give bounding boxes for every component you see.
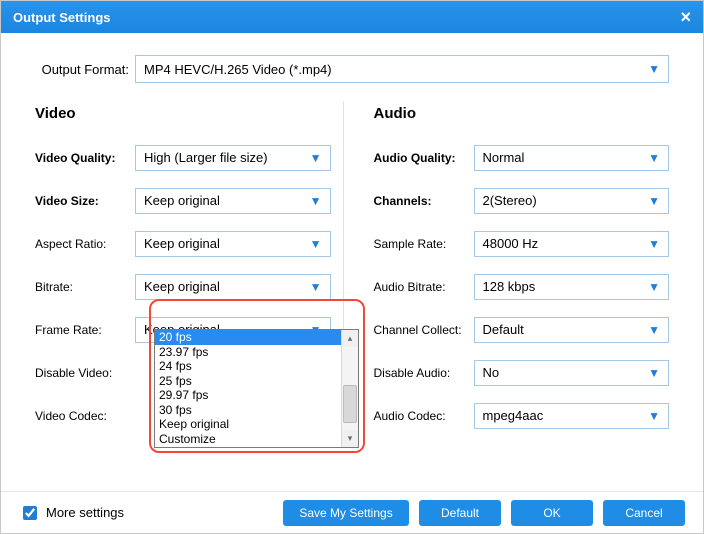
aspect-ratio-row: Aspect Ratio: Keep original ▼ xyxy=(35,222,331,265)
audio-quality-select[interactable]: Normal ▼ xyxy=(474,145,670,171)
default-button[interactable]: Default xyxy=(419,500,501,526)
output-format-select[interactable]: MP4 HEVC/H.265 Video (*.mp4) ▼ xyxy=(135,55,669,83)
framerate-option-2397fps[interactable]: 23.97 fps xyxy=(155,345,341,360)
audio-section-title: Audio xyxy=(374,105,670,122)
frame-rate-label: Frame Rate: xyxy=(35,323,135,337)
video-quality-value: High (Larger file size) xyxy=(144,150,268,165)
chevron-down-icon: ▼ xyxy=(310,152,322,164)
audio-bitrate-row: Audio Bitrate: 128 kbps ▼ xyxy=(374,265,670,308)
more-settings-input[interactable] xyxy=(23,506,37,520)
chevron-down-icon: ▼ xyxy=(648,410,660,422)
chevron-down-icon: ▼ xyxy=(648,63,660,75)
aspect-ratio-select[interactable]: Keep original ▼ xyxy=(135,231,331,257)
audio-quality-value: Normal xyxy=(483,150,525,165)
chevron-down-icon: ▼ xyxy=(310,195,322,207)
video-size-row: Video Size: Keep original ▼ xyxy=(35,179,331,222)
video-codec-label: Video Codec: xyxy=(35,409,135,423)
frame-rate-options: 20 fps 23.97 fps 24 fps 25 fps 29.97 fps… xyxy=(155,330,341,447)
disable-audio-row: Disable Audio: No ▼ xyxy=(374,351,670,394)
aspect-ratio-value: Keep original xyxy=(144,236,220,251)
video-column: Video Video Quality: High (Larger file s… xyxy=(23,101,343,437)
save-settings-button[interactable]: Save My Settings xyxy=(283,500,409,526)
dropdown-scrollbar[interactable]: ▴ ▾ xyxy=(341,330,358,447)
video-bitrate-row: Bitrate: Keep original ▼ xyxy=(35,265,331,308)
scroll-track[interactable] xyxy=(342,347,358,430)
output-format-value: MP4 HEVC/H.265 Video (*.mp4) xyxy=(144,62,332,77)
framerate-option-2997fps[interactable]: 29.97 fps xyxy=(155,388,341,403)
chevron-down-icon: ▼ xyxy=(648,367,660,379)
chevron-down-icon: ▼ xyxy=(648,195,660,207)
scroll-up-icon[interactable]: ▴ xyxy=(342,330,358,347)
framerate-option-30fps[interactable]: 30 fps xyxy=(155,403,341,418)
channels-value: 2(Stereo) xyxy=(483,193,537,208)
channel-collect-label: Channel Collect: xyxy=(374,323,474,337)
titlebar: Output Settings × xyxy=(1,1,703,33)
close-icon[interactable]: × xyxy=(680,8,691,26)
footer: More settings Save My Settings Default O… xyxy=(1,491,703,533)
more-settings-label: More settings xyxy=(46,505,124,520)
audio-codec-label: Audio Codec: xyxy=(374,409,474,423)
video-size-label: Video Size: xyxy=(35,194,135,208)
audio-quality-label: Audio Quality: xyxy=(374,151,474,165)
video-size-select[interactable]: Keep original ▼ xyxy=(135,188,331,214)
audio-codec-value: mpeg4aac xyxy=(483,408,544,423)
video-bitrate-value: Keep original xyxy=(144,279,220,294)
audio-bitrate-select[interactable]: 128 kbps ▼ xyxy=(474,274,670,300)
scroll-thumb[interactable] xyxy=(343,385,357,423)
video-quality-row: Video Quality: High (Larger file size) ▼ xyxy=(35,136,331,179)
aspect-ratio-label: Aspect Ratio: xyxy=(35,237,135,251)
video-quality-label: Video Quality: xyxy=(35,151,135,165)
disable-audio-label: Disable Audio: xyxy=(374,366,474,380)
sample-rate-select[interactable]: 48000 Hz ▼ xyxy=(474,231,670,257)
frame-rate-dropdown[interactable]: 20 fps 23.97 fps 24 fps 25 fps 29.97 fps… xyxy=(154,329,359,448)
chevron-down-icon: ▼ xyxy=(648,238,660,250)
audio-bitrate-label: Audio Bitrate: xyxy=(374,280,474,294)
sample-rate-label: Sample Rate: xyxy=(374,237,474,251)
channels-select[interactable]: 2(Stereo) ▼ xyxy=(474,188,670,214)
video-bitrate-select[interactable]: Keep original ▼ xyxy=(135,274,331,300)
channel-collect-select[interactable]: Default ▼ xyxy=(474,317,670,343)
scroll-down-icon[interactable]: ▾ xyxy=(342,430,358,447)
output-format-label: Output Format: xyxy=(35,62,135,77)
disable-audio-value: No xyxy=(483,365,500,380)
ok-button[interactable]: OK xyxy=(511,500,593,526)
audio-column: Audio Audio Quality: Normal ▼ Channels: … xyxy=(343,101,682,437)
audio-bitrate-value: 128 kbps xyxy=(483,279,536,294)
output-format-row: Output Format: MP4 HEVC/H.265 Video (*.m… xyxy=(1,33,703,97)
framerate-option-20fps[interactable]: 20 fps xyxy=(155,330,341,345)
audio-quality-row: Audio Quality: Normal ▼ xyxy=(374,136,670,179)
channels-label: Channels: xyxy=(374,194,474,208)
framerate-option-keep-original[interactable]: Keep original xyxy=(155,417,341,432)
framerate-option-24fps[interactable]: 24 fps xyxy=(155,359,341,374)
audio-codec-select[interactable]: mpeg4aac ▼ xyxy=(474,403,670,429)
sample-rate-row: Sample Rate: 48000 Hz ▼ xyxy=(374,222,670,265)
video-section-title: Video xyxy=(35,105,331,122)
window-title: Output Settings xyxy=(13,10,111,25)
disable-audio-select[interactable]: No ▼ xyxy=(474,360,670,386)
video-size-value: Keep original xyxy=(144,193,220,208)
chevron-down-icon: ▼ xyxy=(648,281,660,293)
audio-codec-row: Audio Codec: mpeg4aac ▼ xyxy=(374,394,670,437)
sample-rate-value: 48000 Hz xyxy=(483,236,539,251)
chevron-down-icon: ▼ xyxy=(648,324,660,336)
chevron-down-icon: ▼ xyxy=(310,238,322,250)
more-settings-checkbox[interactable]: More settings xyxy=(19,503,124,523)
channel-collect-value: Default xyxy=(483,322,524,337)
channel-collect-row: Channel Collect: Default ▼ xyxy=(374,308,670,351)
framerate-option-25fps[interactable]: 25 fps xyxy=(155,374,341,389)
disable-video-label: Disable Video: xyxy=(35,366,135,380)
channels-row: Channels: 2(Stereo) ▼ xyxy=(374,179,670,222)
video-quality-select[interactable]: High (Larger file size) ▼ xyxy=(135,145,331,171)
chevron-down-icon: ▼ xyxy=(310,281,322,293)
cancel-button[interactable]: Cancel xyxy=(603,500,685,526)
video-bitrate-label: Bitrate: xyxy=(35,280,135,294)
chevron-down-icon: ▼ xyxy=(648,152,660,164)
framerate-option-customize[interactable]: Customize xyxy=(155,432,341,447)
